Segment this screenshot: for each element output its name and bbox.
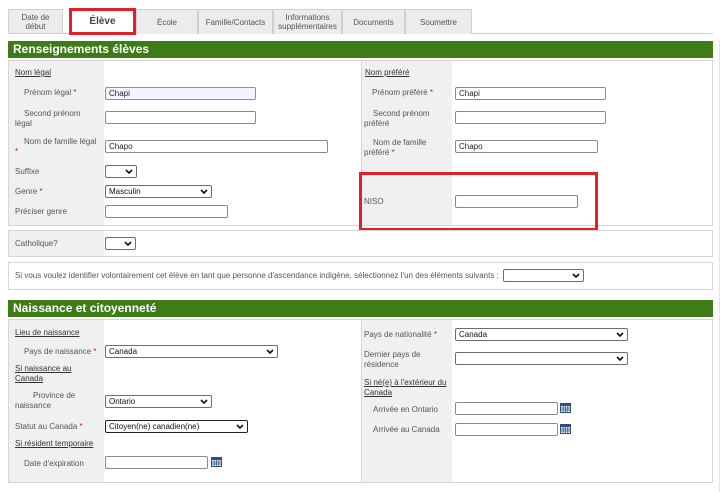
last-country-select[interactable] <box>455 352 628 365</box>
arrival-ontario-label: Arrivée en Ontario <box>373 405 438 414</box>
birth-country-label: Pays de naissance * <box>24 347 97 356</box>
indigenous-select[interactable] <box>503 269 584 282</box>
expiry-date-label: Date d'expiration <box>24 459 84 468</box>
legal-middle-name-label: Second prénom légal <box>15 109 81 128</box>
chevron-down-icon <box>124 241 132 247</box>
column-divider <box>361 320 362 482</box>
canada-status-select[interactable]: Citoyen(ne) canadien(ne) <box>105 420 248 433</box>
birthplace-header: Lieu de naissance <box>15 328 80 337</box>
birth-province-label: Province de naissance <box>15 391 76 410</box>
legal-middle-name-input[interactable] <box>105 111 256 124</box>
nationality-select[interactable]: Canada <box>455 328 628 341</box>
preferred-first-name-label: Prénom préféré * <box>372 88 433 97</box>
gender-select[interactable]: Masculin <box>105 185 212 198</box>
born-outside-canada-header: Si né(e) à l'extérieur du Canada <box>364 378 447 397</box>
calendar-icon[interactable] <box>560 403 571 413</box>
preferred-last-name-label: Nom de famille préféré * <box>364 138 427 157</box>
last-country-label: Dernier pays de résidence <box>364 350 421 369</box>
legal-last-name-input[interactable]: Chapo <box>105 140 328 153</box>
chevron-down-icon <box>616 356 624 362</box>
highlight-box-oen <box>359 172 598 231</box>
tab-label: Famille/Contacts <box>205 17 266 27</box>
catholic-select[interactable] <box>105 237 136 250</box>
birth-province-select[interactable]: Ontario <box>105 395 212 408</box>
chevron-down-icon <box>572 273 580 279</box>
calendar-icon[interactable] <box>560 424 571 434</box>
chevron-down-icon <box>125 169 133 175</box>
arrival-canada-label: Arrivée au Canada <box>373 425 440 434</box>
gender-specify-input[interactable] <box>105 205 228 218</box>
nationality-label: Pays de nationalité * <box>364 330 437 339</box>
temp-resident-header: Si résident temporaire <box>15 439 94 448</box>
canada-status-label: Statut au Canada * <box>15 422 83 431</box>
tab-label: Élève <box>89 16 116 27</box>
legal-name-header: Nom légal <box>15 68 52 77</box>
birth-country-select[interactable]: Canada <box>105 345 278 358</box>
tab-student[interactable]: Élève <box>69 8 136 35</box>
section-header-birth-citizenship: Naissance et citoyenneté <box>8 300 713 317</box>
calendar-icon[interactable] <box>211 457 222 467</box>
gender-label: Genre * <box>15 187 43 196</box>
legal-last-name-label: Nom de famille légal * <box>15 137 97 156</box>
chevron-down-icon <box>200 189 208 195</box>
preferred-last-name-input[interactable]: Chapo <box>455 140 598 153</box>
scrollbar-track[interactable] <box>719 40 720 492</box>
preferred-middle-name-label: Second prénom préféré <box>364 109 430 128</box>
tab-school[interactable]: École <box>136 9 198 34</box>
tab-label: École <box>156 17 177 27</box>
chevron-down-icon <box>236 424 244 430</box>
preferred-name-header: Nom préféré <box>365 68 410 77</box>
tab-label: Documents <box>353 17 394 27</box>
tab-additional-info[interactable]: Informations supplémentaires <box>273 9 342 34</box>
indigenous-question-text: Si vous voulez identifier volontairement… <box>15 271 499 280</box>
chevron-down-icon <box>266 349 274 355</box>
tab-label: Soumettre <box>420 17 457 27</box>
label-column-right <box>361 320 452 482</box>
chevron-down-icon <box>616 332 624 338</box>
tab-label: Date de début <box>21 13 50 31</box>
tab-start-date[interactable]: Date de début <box>8 9 63 34</box>
preferred-first-name-input[interactable]: Chapi <box>455 87 606 100</box>
preferred-middle-name-input[interactable] <box>455 111 606 124</box>
tab-family-contacts[interactable]: Famille/Contacts <box>198 9 273 34</box>
chevron-down-icon <box>200 399 208 405</box>
legal-first-name-input[interactable]: Chapi <box>105 87 256 100</box>
arrival-ontario-input[interactable] <box>455 402 558 415</box>
arrival-canada-input[interactable] <box>455 423 558 436</box>
suffix-label: Suffixe <box>15 167 40 176</box>
expiry-date-input[interactable] <box>105 456 208 469</box>
catholic-label: Catholique? <box>15 239 58 248</box>
section-header-student-info: Renseignements élèves <box>8 41 713 58</box>
if-born-canada-header: Si naissance au Canada <box>15 364 72 383</box>
tab-documents[interactable]: Documents <box>342 9 405 34</box>
tab-label: Informations supplémentaires <box>278 13 337 31</box>
suffix-select[interactable] <box>105 165 137 178</box>
legal-first-name-label: Prénom légal * <box>24 88 77 97</box>
gender-specify-label: Préciser genre <box>15 207 68 216</box>
tab-submit[interactable]: Soumettre <box>405 9 472 34</box>
